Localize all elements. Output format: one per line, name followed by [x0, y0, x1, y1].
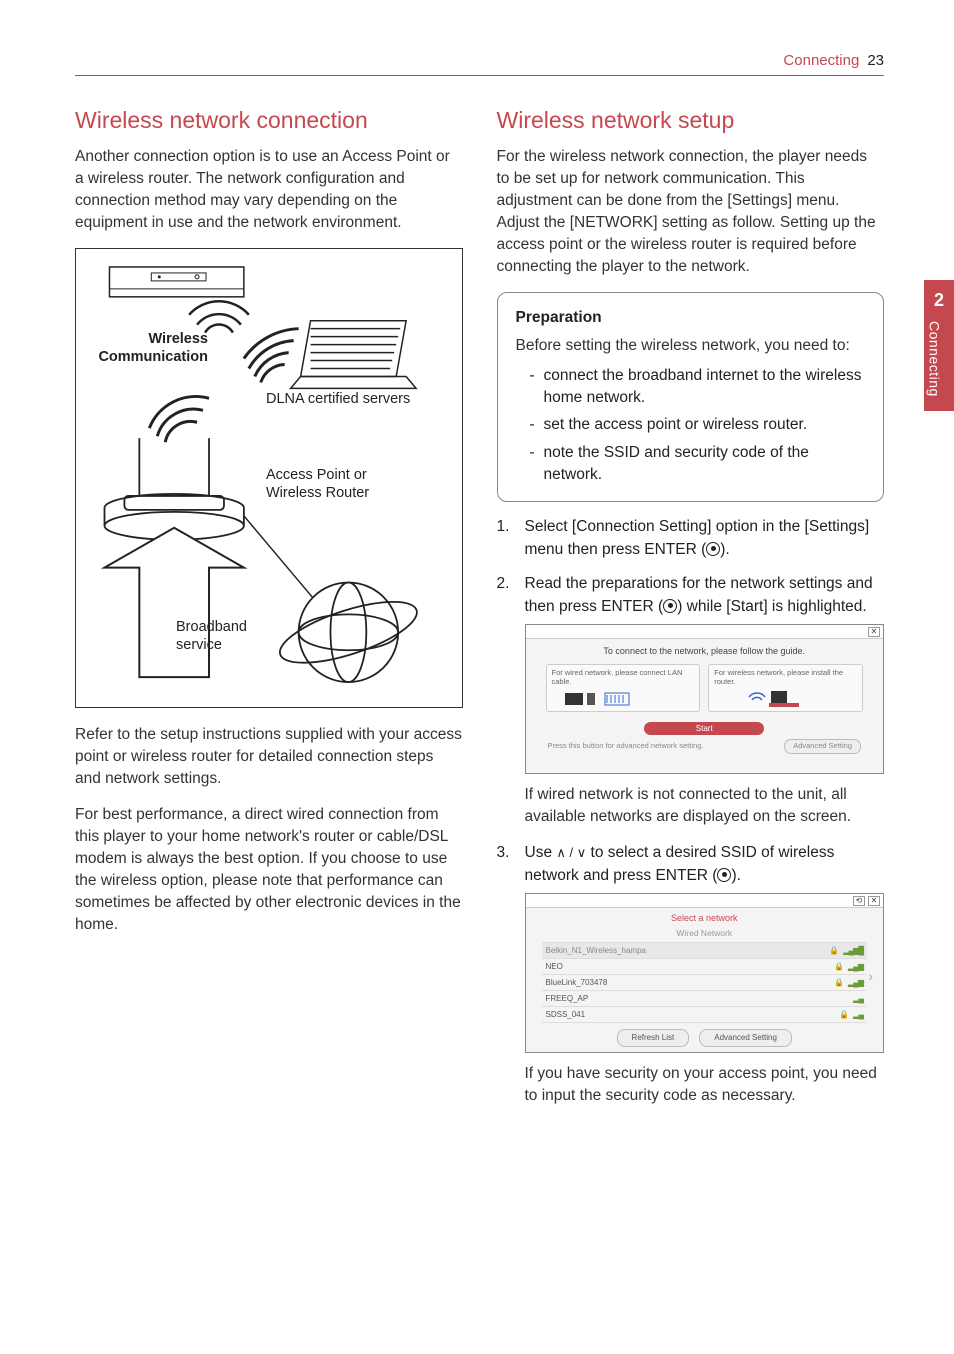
- screenshot-wireless-text: For wireless network, please install the…: [714, 668, 843, 686]
- network-list: Belkin_N1_Wireless_hampa 🔒▂▄▆█ NEO 🔒▂▄▆ …: [542, 942, 868, 1023]
- screenshot-network-list: ⟲ ✕ Select a network Wired Network Belki…: [525, 893, 885, 1053]
- step-3-followup: If you have security on your access poin…: [525, 1063, 885, 1107]
- preparation-item: note the SSID and security code of the n…: [530, 442, 866, 485]
- screenshot-guide-text: To connect to the network, please follow…: [526, 645, 884, 658]
- screenshot-wired-text: For wired network, please connect LAN ca…: [552, 668, 683, 686]
- network-row[interactable]: NEO 🔒 ▂▄▆: [542, 959, 868, 975]
- chevron-right-icon[interactable]: ›: [868, 966, 873, 986]
- header-section: Connecting: [783, 50, 859, 71]
- network-row[interactable]: FREEQ_AP ▂▄: [542, 991, 868, 1007]
- step-1: 1. Select [Connection Setting] option in…: [497, 516, 885, 561]
- step-text: Use: [525, 844, 557, 861]
- left-intro: Another connection option is to use an A…: [75, 146, 463, 234]
- step-text-end: ).: [720, 541, 729, 558]
- screenshot-start-button[interactable]: Start: [644, 722, 764, 735]
- back-icon[interactable]: ⟲: [853, 896, 865, 906]
- screenshot-wired-network-label: Wired Network: [542, 927, 868, 939]
- signal-icon: ▂▄▆: [848, 961, 863, 973]
- step-3: 3. Use ∧ / ∨ to select a desired SSID of…: [497, 842, 885, 1107]
- lock-icon: 🔒: [834, 961, 844, 973]
- network-row[interactable]: SDSS_041 🔒 ▂▄: [542, 1007, 868, 1023]
- content-columns: Wireless network connection Another conn…: [75, 104, 884, 1121]
- network-ssid: FREEQ_AP: [546, 993, 589, 1005]
- screenshot-advanced-setting-button[interactable]: Advanced Setting: [784, 739, 861, 754]
- page-header: Connecting 23: [75, 50, 884, 76]
- step-text: Select [Connection Setting] option in th…: [525, 518, 870, 557]
- screenshot-titlebar: ⟲ ✕: [526, 894, 884, 908]
- lock-icon: 🔒: [834, 977, 844, 989]
- screenshot-advanced-hint: Press this button for advanced network s…: [548, 741, 704, 752]
- screenshot-connection-guide: ✕ To connect to the network, please foll…: [525, 624, 885, 774]
- step-2-followup: If wired network is not connected to the…: [525, 784, 885, 828]
- wired-illustration-icon: [547, 687, 700, 709]
- step-2: 2. Read the preparations for the network…: [497, 573, 885, 828]
- right-intro: For the wireless network connection, the…: [497, 146, 885, 278]
- preparation-box: Preparation Before setting the wireless …: [497, 292, 885, 502]
- right-column: Wireless network setup For the wireless …: [497, 104, 885, 1121]
- header-page-number: 23: [867, 50, 884, 71]
- screenshot-wired-panel: For wired network, please connect LAN ca…: [546, 664, 701, 712]
- network-ssid: SDSS_041: [546, 1009, 586, 1021]
- preparation-title: Preparation: [516, 307, 866, 329]
- network-row[interactable]: BlueLink_703478 🔒 ▂▄▆: [542, 975, 868, 991]
- preparation-list: connect the broadband internet to the wi…: [516, 365, 866, 485]
- close-icon[interactable]: ✕: [868, 627, 880, 637]
- diagram-label-dlna: DLNA certified servers: [266, 389, 410, 409]
- step-number: 1.: [497, 516, 510, 538]
- refresh-list-button[interactable]: Refresh List: [617, 1029, 690, 1047]
- preparation-lead: Before setting the wireless network, you…: [516, 335, 866, 357]
- screenshot-titlebar: ✕: [526, 625, 884, 639]
- diagram-label-wireless-2: Communication: [72, 347, 208, 367]
- signal-icon: ▂▄▆█: [843, 945, 863, 957]
- lock-icon: 🔒: [829, 945, 839, 957]
- network-ssid: BlueLink_703478: [546, 977, 608, 989]
- side-tab-label: Connecting: [924, 321, 944, 397]
- diagram-label-ap-2: Wireless Router: [266, 483, 369, 503]
- enter-icon: [706, 542, 720, 556]
- screenshot-select-network-title: Select a network: [542, 912, 868, 925]
- step-number: 3.: [497, 842, 510, 864]
- preparation-item: connect the broadband internet to the wi…: [530, 365, 866, 408]
- advanced-setting-button[interactable]: Advanced Setting: [699, 1029, 792, 1047]
- up-down-arrows-icon: ∧ / ∨: [556, 845, 586, 860]
- right-heading: Wireless network setup: [497, 104, 885, 136]
- close-icon[interactable]: ✕: [868, 896, 880, 906]
- enter-icon: [663, 599, 677, 613]
- left-paragraph-2: Refer to the setup instructions supplied…: [75, 724, 463, 790]
- signal-icon: ▂▄: [853, 1009, 863, 1021]
- network-row[interactable]: Belkin_N1_Wireless_hampa 🔒 ▂▄▆█: [542, 943, 868, 959]
- network-ssid: NEO: [546, 961, 563, 973]
- network-ssid: Belkin_N1_Wireless_hampa: [546, 945, 647, 957]
- enter-icon: [717, 868, 731, 882]
- left-column: Wireless network connection Another conn…: [75, 104, 463, 1121]
- side-tab-number: 2: [924, 288, 954, 313]
- lock-icon: 🔒: [839, 1009, 849, 1021]
- setup-steps: 1. Select [Connection Setting] option in…: [497, 516, 885, 1107]
- preparation-item: set the access point or wireless router.: [530, 414, 866, 436]
- wireless-illustration-icon: [709, 685, 862, 709]
- left-paragraph-3: For best performance, a direct wired con…: [75, 804, 463, 936]
- screenshot-wireless-panel: For wireless network, please install the…: [708, 664, 863, 712]
- side-tab: 2 Connecting: [924, 280, 954, 411]
- signal-icon: ▂▄▆: [848, 977, 863, 989]
- diagram-label-bb-2: service: [176, 635, 222, 655]
- left-heading: Wireless network connection: [75, 104, 463, 136]
- network-diagram: Wireless Communication DLNA certified se…: [75, 248, 463, 708]
- step-text-end: ) while [Start] is highlighted.: [677, 598, 867, 615]
- step-number: 2.: [497, 573, 510, 595]
- step-text-end: ).: [731, 867, 740, 884]
- signal-icon: ▂▄: [853, 993, 863, 1005]
